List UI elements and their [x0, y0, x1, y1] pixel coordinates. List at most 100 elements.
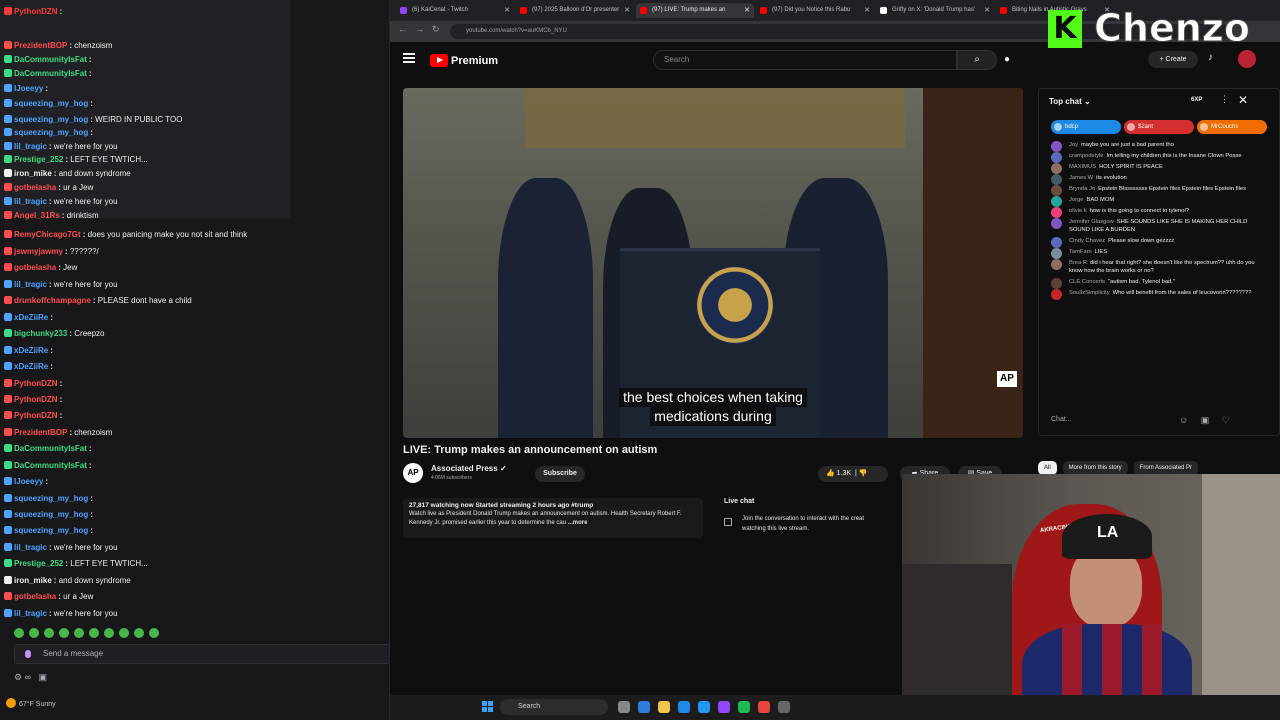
filter-chip[interactable]: All — [1038, 461, 1057, 475]
chat-avatar[interactable] — [1051, 141, 1062, 152]
chat-avatar[interactable] — [1051, 259, 1062, 270]
chat-author[interactable]: Jennifer Glasgow — [1069, 219, 1114, 225]
chat-author[interactable]: Joy — [1069, 142, 1078, 148]
chat-username[interactable]: lil_tragic — [14, 543, 47, 552]
video-player[interactable]: the best choices when taking medications… — [403, 88, 1023, 438]
hamburger-menu-icon[interactable] — [403, 53, 415, 63]
super-chat-pill[interactable]: bdcp — [1051, 120, 1121, 134]
search-icon[interactable]: ⌕ — [957, 50, 997, 70]
heart-icon[interactable]: ♡ — [1222, 415, 1230, 425]
chat-username[interactable]: gotbelasha — [14, 592, 56, 601]
forward-icon[interactable]: → — [415, 24, 424, 34]
chat-username[interactable]: Prestige_252 — [14, 559, 63, 568]
chat-username[interactable]: squeezing_my_hog — [14, 115, 88, 124]
youtube-logo[interactable]: Premium — [430, 52, 498, 68]
chat-avatar[interactable] — [1051, 174, 1062, 185]
chat-username[interactable]: PrezidentBOP — [14, 41, 67, 50]
chat-username[interactable]: squeezing_my_hog — [14, 510, 88, 519]
chat-avatar[interactable] — [1051, 207, 1062, 218]
task-view-icon[interactable] — [618, 701, 630, 713]
obs-icon[interactable] — [778, 701, 790, 713]
chat-username[interactable]: DaCommunityIsFat — [14, 461, 87, 470]
chrome-icon[interactable] — [758, 701, 770, 713]
windows-start-icon[interactable] — [482, 701, 494, 713]
super-chat-icon[interactable]: ▣ — [1201, 415, 1210, 425]
chat-username[interactable]: squeezing_my_hog — [14, 99, 88, 108]
filter-chip[interactable]: From Associated Pr — [1133, 461, 1199, 475]
chat-avatar[interactable] — [1051, 237, 1062, 248]
app-icon[interactable] — [718, 701, 730, 713]
like-button[interactable]: 👍 1.3K | 👎 — [818, 466, 888, 482]
browser-tab[interactable]: (97) LIVE: Trump makes an ✕ — [636, 3, 754, 18]
chat-username[interactable]: drunkoffchampagne — [14, 296, 91, 305]
browser-tab[interactable]: (97) Did you Notice this Rabu ✕ — [756, 3, 874, 18]
copilot-icon[interactable] — [638, 701, 650, 713]
chat-author[interactable]: James W — [1069, 175, 1093, 181]
chat-username[interactable]: iron_mike — [14, 169, 52, 178]
chat-username[interactable]: lil_tragic — [14, 142, 47, 151]
chat-username[interactable]: xDeZiiRe — [14, 313, 48, 322]
chat-avatar[interactable] — [1051, 196, 1062, 207]
chat-footer-icons[interactable]: ⚙ ∞ ▣ — [14, 672, 47, 683]
chat-input[interactable]: Chat... — [1051, 416, 1072, 423]
tab-close-icon[interactable]: ✕ — [864, 3, 870, 18]
browser-tab[interactable]: Grifty on X: 'Donald Trump has' ✕ — [876, 3, 994, 18]
browser-tab[interactable]: (6) KaiCenat - Twitch ✕ — [396, 3, 514, 18]
chat-author[interactable]: TamFam — [1069, 249, 1092, 255]
chat-avatar[interactable] — [1051, 248, 1062, 259]
chat-username[interactable]: xDeZiiRe — [14, 346, 48, 355]
chat-username[interactable]: Angel_31Rs — [14, 211, 60, 220]
chat-username[interactable]: gotbelasha — [14, 263, 56, 272]
chat-author[interactable]: Brynda Jo — [1069, 186, 1095, 192]
notifications-bell-icon[interactable]: ♪ — [1208, 52, 1220, 64]
chat-username[interactable]: PythonDZN — [14, 379, 58, 388]
store-icon[interactable] — [698, 701, 710, 713]
video-description[interactable]: 27,817 watching now Started streaming 2 … — [403, 498, 703, 538]
chat-avatar[interactable] — [1051, 218, 1062, 229]
chat-username[interactable]: DaCommunityIsFat — [14, 55, 87, 64]
search-input[interactable]: Search — [653, 50, 957, 70]
chat-author[interactable]: SoulIzSimplicity — [1069, 290, 1110, 296]
chat-username[interactable]: xDeZiiRe — [14, 362, 48, 371]
chat-author[interactable]: olivie k — [1069, 208, 1087, 214]
account-avatar[interactable] — [1238, 50, 1256, 68]
filter-chip[interactable]: More from this story — [1062, 461, 1128, 475]
channel-name[interactable]: Associated Press ✓ — [431, 464, 507, 473]
chat-author[interactable]: Cindy Chavez — [1069, 238, 1105, 244]
chat-username[interactable]: lil_tragic — [14, 197, 47, 206]
thumbs-down-icon[interactable]: 👎 — [859, 470, 868, 477]
taskbar-search[interactable]: Search — [500, 699, 608, 715]
tab-close-icon[interactable]: ✕ — [744, 3, 750, 18]
edge-icon[interactable] — [678, 701, 690, 713]
chat-username[interactable]: DaCommunityIsFat — [14, 444, 87, 453]
chat-avatar[interactable] — [1051, 185, 1062, 196]
chat-avatar[interactable] — [1051, 163, 1062, 174]
chat-author[interactable]: Brea R — [1069, 260, 1087, 266]
chat-username[interactable]: jswmyjawmy — [14, 247, 63, 256]
super-chat-pill[interactable]: MrCouchs — [1197, 120, 1267, 134]
chat-username[interactable]: PrezidentBOP — [14, 428, 67, 437]
back-icon[interactable]: ← — [398, 24, 407, 34]
chat-username[interactable]: squeezing_my_hog — [14, 128, 88, 137]
chat-username[interactable]: PythonDZN — [14, 7, 58, 16]
chat-username[interactable]: PythonDZN — [14, 395, 58, 404]
chat-username[interactable]: squeezing_my_hog — [14, 526, 88, 535]
chat-username[interactable]: bigchunky233 — [14, 329, 67, 338]
chat-username[interactable]: IJoeeyy — [14, 84, 43, 93]
close-icon[interactable]: ✕ — [1238, 93, 1248, 107]
super-chat-pill[interactable]: $2ant — [1124, 120, 1194, 134]
subscribe-button[interactable]: Subscribe — [535, 466, 585, 482]
create-button[interactable]: + Create — [1148, 51, 1198, 68]
chat-author[interactable]: Jorge — [1069, 197, 1084, 203]
channel-avatar[interactable]: AP — [403, 463, 423, 483]
reload-icon[interactable]: ↻ — [432, 24, 440, 35]
emote-bar[interactable] — [14, 625, 164, 638]
chat-username[interactable]: Prestige_252 — [14, 155, 63, 164]
chat-username[interactable]: iron_mike — [14, 576, 52, 585]
tab-close-icon[interactable]: ✕ — [624, 3, 630, 18]
twitch-send-message-input[interactable]: Send a message — [14, 644, 389, 664]
show-more-link[interactable]: ...more — [568, 520, 588, 526]
chat-username[interactable]: RemyChicago7Gt — [14, 230, 81, 239]
more-options-icon[interactable]: ⋮ — [1220, 94, 1229, 105]
weather-widget[interactable]: 67°F Sunny — [6, 698, 56, 708]
